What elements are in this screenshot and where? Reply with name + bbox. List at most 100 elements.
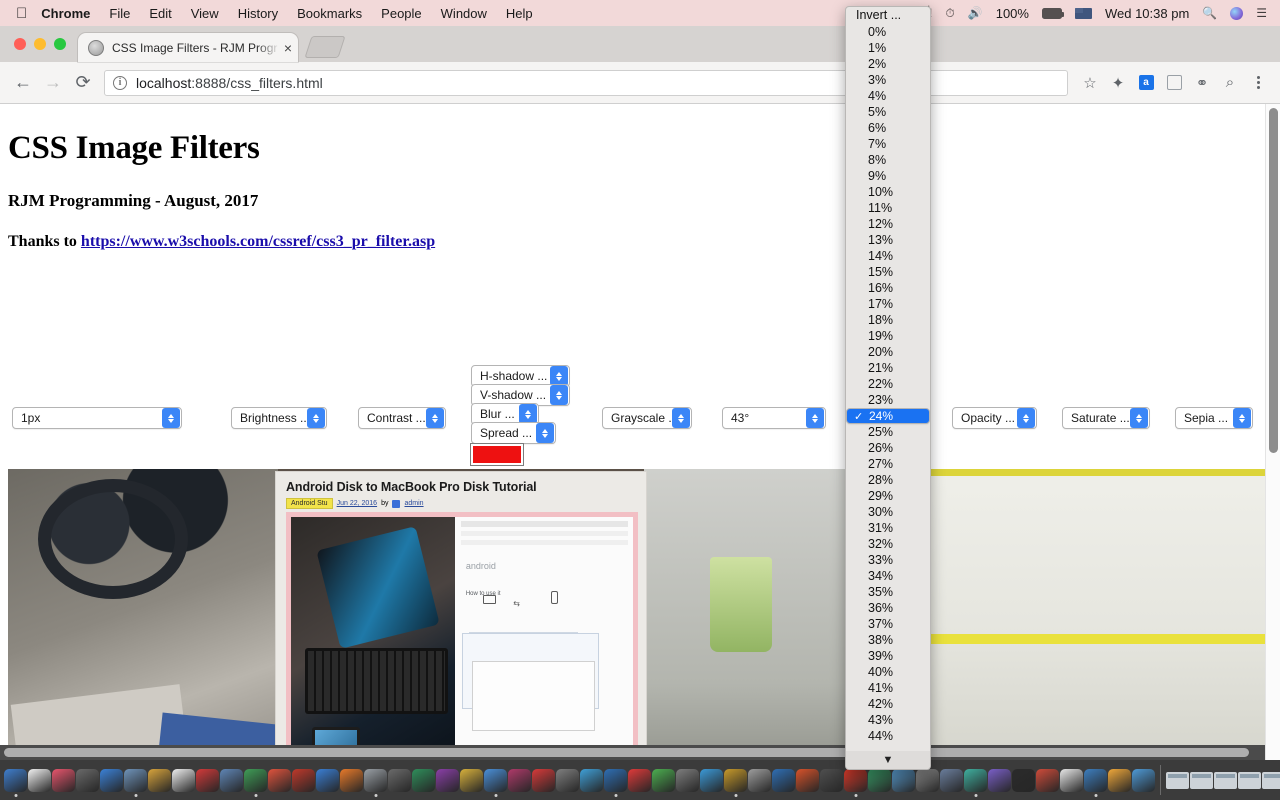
select-spread[interactable]: Spread ... bbox=[471, 422, 556, 444]
dropdown-option[interactable]: 9% bbox=[846, 168, 930, 184]
shadow-color-swatch[interactable] bbox=[470, 443, 524, 466]
minimize-window-button[interactable] bbox=[34, 38, 46, 50]
dropdown-option[interactable]: 37% bbox=[846, 616, 930, 632]
select-grayscale[interactable]: Grayscale ... bbox=[602, 407, 692, 429]
dropdown-option[interactable]: 7% bbox=[846, 136, 930, 152]
key-extension-icon[interactable]: ⚭ bbox=[1188, 68, 1216, 98]
dropdown-option[interactable]: 40% bbox=[846, 664, 930, 680]
dropdown-option[interactable]: 31% bbox=[846, 520, 930, 536]
dropdown-option[interactable]: 33% bbox=[846, 552, 930, 568]
chevron-updown-icon[interactable] bbox=[1130, 408, 1148, 428]
dock-app-icon[interactable] bbox=[436, 768, 459, 792]
menu-item-file[interactable]: File bbox=[109, 6, 130, 21]
dropdown-scroll-down-icon[interactable]: ▼ bbox=[846, 751, 930, 769]
apple-logo-icon[interactable]:  bbox=[16, 6, 27, 21]
menu-item-bookmarks[interactable]: Bookmarks bbox=[297, 6, 362, 21]
dropdown-option[interactable]: 22% bbox=[846, 376, 930, 392]
new-tab-button[interactable] bbox=[304, 36, 346, 58]
dropdown-option[interactable]: 3% bbox=[846, 72, 930, 88]
dropdown-option[interactable]: 5% bbox=[846, 104, 930, 120]
maximize-window-button[interactable] bbox=[54, 38, 66, 50]
w3schools-link[interactable]: https://www.w3schools.com/cssref/css3_pr… bbox=[81, 233, 435, 250]
chevron-updown-icon[interactable] bbox=[519, 404, 537, 424]
dock-app-icon[interactable] bbox=[172, 768, 195, 792]
vertical-scrollbar[interactable] bbox=[1265, 104, 1280, 760]
dock-app-icon[interactable] bbox=[508, 768, 531, 792]
clock[interactable]: Wed 10:38 pm bbox=[1105, 6, 1189, 21]
dock-app-icon[interactable] bbox=[748, 768, 771, 792]
dropdown-option[interactable]: 16% bbox=[846, 280, 930, 296]
menu-item-help[interactable]: Help bbox=[506, 6, 533, 21]
chevron-updown-icon[interactable] bbox=[536, 423, 554, 443]
horizontal-scrollbar-thumb[interactable] bbox=[4, 748, 1249, 757]
menu-item-view[interactable]: View bbox=[191, 6, 219, 21]
dropdown-header[interactable]: Invert ... bbox=[846, 7, 930, 24]
dock-app-icon[interactable] bbox=[964, 768, 987, 792]
dropdown-option[interactable]: 30% bbox=[846, 504, 930, 520]
dropdown-option[interactable]: 21% bbox=[846, 360, 930, 376]
dropdown-option[interactable]: 43% bbox=[846, 712, 930, 728]
dropdown-option[interactable]: 2% bbox=[846, 56, 930, 72]
dropdown-option[interactable]: 18% bbox=[846, 312, 930, 328]
dropdown-option[interactable]: 27% bbox=[846, 456, 930, 472]
dock-app-icon[interactable] bbox=[388, 768, 411, 792]
timemachine-icon[interactable]: ⏱ bbox=[945, 6, 954, 21]
menu-item-chrome[interactable]: Chrome bbox=[41, 6, 90, 21]
dock-app-icon[interactable] bbox=[28, 768, 51, 792]
dock-app-icon[interactable] bbox=[1012, 768, 1035, 792]
dock-app-icon[interactable] bbox=[340, 768, 363, 792]
dock-app-icon[interactable] bbox=[52, 768, 75, 792]
spotlight-search-icon[interactable]: 🔍 bbox=[1202, 6, 1217, 20]
dock-app-icon[interactable] bbox=[820, 768, 843, 792]
dock-app-icon[interactable] bbox=[988, 768, 1011, 792]
dock-app-icon[interactable] bbox=[124, 768, 147, 792]
dock-app-icon[interactable] bbox=[1036, 768, 1059, 792]
dropdown-option[interactable]: 36% bbox=[846, 600, 930, 616]
dock-app-icon[interactable] bbox=[220, 768, 243, 792]
dropdown-option[interactable]: 35% bbox=[846, 584, 930, 600]
dropdown-option[interactable]: 28% bbox=[846, 472, 930, 488]
dropdown-option[interactable]: 1% bbox=[846, 40, 930, 56]
dropdown-option[interactable]: 14% bbox=[846, 248, 930, 264]
select-sepia[interactable]: Sepia ... bbox=[1175, 407, 1253, 429]
dropdown-option[interactable]: 25% bbox=[846, 424, 930, 440]
reload-button[interactable]: ⟳ bbox=[68, 68, 98, 98]
dock-app-icon[interactable] bbox=[484, 768, 507, 792]
keyboard-flag-icon[interactable] bbox=[1074, 7, 1092, 19]
dropdown-option[interactable]: 4% bbox=[846, 88, 930, 104]
dock-app-icon[interactable] bbox=[100, 768, 123, 792]
chevron-updown-icon[interactable] bbox=[1017, 408, 1035, 428]
menu-item-edit[interactable]: Edit bbox=[149, 6, 171, 21]
dock-app-icon[interactable] bbox=[916, 768, 939, 792]
dock-app-icon[interactable] bbox=[244, 768, 267, 792]
dock-app-icon[interactable] bbox=[772, 768, 795, 792]
dock-app-icon[interactable] bbox=[1132, 768, 1155, 792]
dropdown-option[interactable]: 32% bbox=[846, 536, 930, 552]
dock-app-icon[interactable] bbox=[700, 768, 723, 792]
dock-app-icon[interactable] bbox=[196, 768, 219, 792]
dropdown-option[interactable]: 10% bbox=[846, 184, 930, 200]
dock-app-icon[interactable] bbox=[604, 768, 627, 792]
dropdown-option[interactable]: 11% bbox=[846, 200, 930, 216]
dropdown-option[interactable]: 8% bbox=[846, 152, 930, 168]
menu-item-people[interactable]: People bbox=[381, 6, 421, 21]
select-contrast[interactable]: Contrast ... bbox=[358, 407, 446, 429]
select-saturate[interactable]: Saturate ... bbox=[1062, 407, 1150, 429]
close-window-button[interactable] bbox=[14, 38, 26, 50]
dropdown-option[interactable]: 39% bbox=[846, 648, 930, 664]
dock-app-icon[interactable] bbox=[1084, 768, 1107, 792]
dropdown-option[interactable]: 23% bbox=[846, 392, 930, 408]
dock-app-icon[interactable] bbox=[796, 768, 819, 792]
dropbox-extension-icon[interactable]: ✦ bbox=[1104, 68, 1132, 98]
dock-app-icon[interactable] bbox=[148, 768, 171, 792]
dock-app-icon[interactable] bbox=[868, 768, 891, 792]
dropdown-option[interactable]: 0% bbox=[846, 24, 930, 40]
dock-app-icon[interactable] bbox=[724, 768, 747, 792]
bookmark-star-icon[interactable]: ☆ bbox=[1076, 68, 1104, 98]
battery-icon[interactable] bbox=[1041, 7, 1065, 19]
dock-app-icon[interactable] bbox=[316, 768, 339, 792]
dock-minimized-window[interactable] bbox=[1262, 771, 1280, 789]
dock-minimized-window[interactable] bbox=[1190, 771, 1213, 789]
chevron-updown-icon[interactable] bbox=[426, 408, 444, 428]
dropdown-option[interactable]: 29% bbox=[846, 488, 930, 504]
